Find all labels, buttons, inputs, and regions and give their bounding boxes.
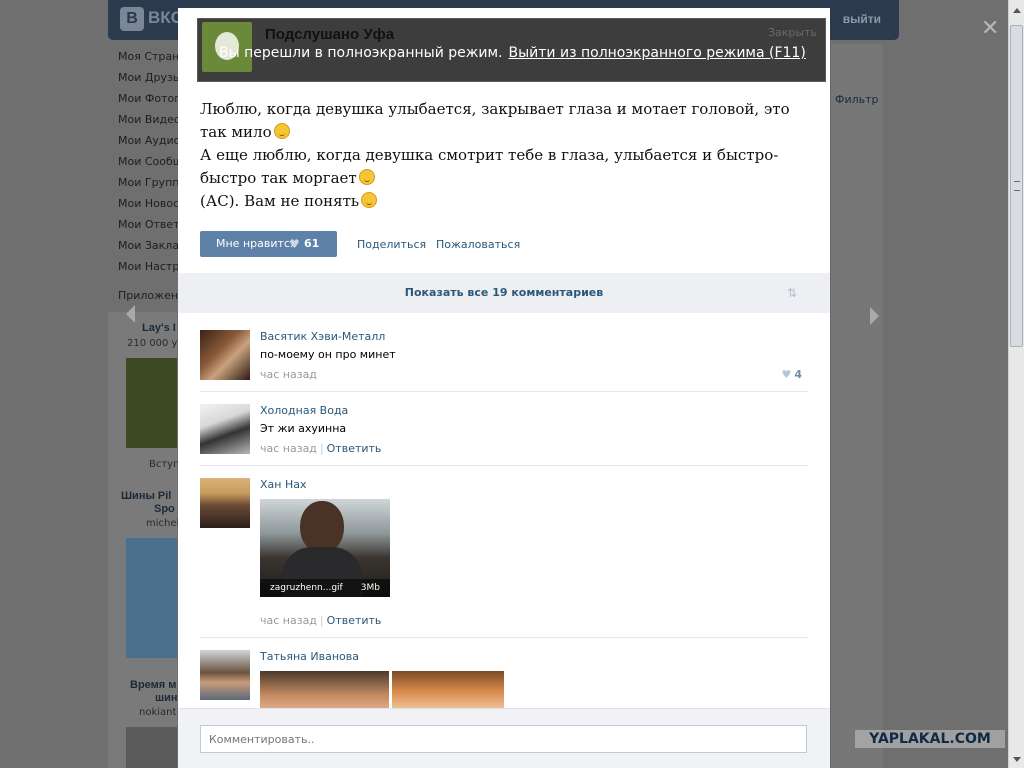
like-count: 61	[304, 237, 320, 250]
ad-subtitle: nokiant	[139, 707, 177, 718]
comment-input[interactable]	[200, 725, 807, 753]
ad-title-line2: Spo	[154, 503, 175, 515]
reply-link[interactable]: Ответить	[327, 614, 382, 627]
apps-link[interactable]: Приложени	[118, 289, 185, 302]
menu-item[interactable]: Мои Фотогр	[118, 92, 178, 113]
ad-title[interactable]: Время м	[130, 679, 176, 691]
gif-filename: zagruzhenn...gif	[270, 583, 343, 593]
show-all-comments-label: Показать все 19 комментариев	[404, 286, 604, 299]
ad-image[interactable]	[126, 538, 177, 658]
watermark: YAPLAKAL.COM	[855, 730, 1005, 748]
blink-emoji-icon	[358, 169, 375, 185]
gif-preview-face	[300, 501, 344, 553]
vk-logo-icon: B	[120, 7, 144, 31]
comment-author[interactable]: Васятик Хэви-Металл	[260, 330, 385, 343]
comment-time[interactable]: час назад	[260, 368, 317, 381]
gif-caption: zagruzhenn...gif 3Mb	[260, 579, 390, 597]
menu-item[interactable]: Моя Страни	[118, 50, 178, 71]
menu-item[interactable]: Мои Сообщ	[118, 155, 178, 176]
logout-link[interactable]: выйти	[843, 12, 881, 26]
post-text: Люблю, когда девушка улыбается, закрывае…	[200, 98, 810, 213]
menu-item[interactable]: Мои Заклад	[118, 239, 178, 260]
scroll-up-icon[interactable]	[1013, 8, 1021, 13]
comment-author[interactable]: Хан Нах	[260, 478, 307, 491]
meta-separator: |	[319, 442, 324, 455]
avatar[interactable]	[200, 650, 250, 700]
ad-title[interactable]: Lay's I	[142, 322, 176, 334]
close-link[interactable]: Закрыть	[768, 26, 817, 39]
group-name[interactable]: Подслушано Уфа	[265, 26, 394, 43]
gif-attachment[interactable]: zagruzhenn...gif 3Mb	[260, 499, 390, 597]
next-post-arrow-icon[interactable]	[870, 307, 879, 325]
heart-icon: ♥	[289, 237, 300, 251]
sort-order-icon[interactable]: ⇅	[787, 286, 797, 300]
close-viewer-icon[interactable]: ✕	[981, 18, 999, 40]
heart-icon: ♥	[781, 368, 792, 381]
comment-divider	[200, 465, 808, 466]
comment-divider	[200, 391, 808, 392]
meta-separator: |	[319, 614, 324, 627]
comment-author[interactable]: Холодная Вода	[260, 404, 348, 417]
right-column	[830, 44, 883, 768]
avatar[interactable]	[200, 404, 250, 454]
comment-time[interactable]: час назад	[260, 442, 317, 455]
prev-post-arrow-icon[interactable]	[126, 305, 135, 323]
menu-item[interactable]: Мои Видео	[118, 113, 178, 134]
ad-title-line2: шин	[155, 692, 178, 704]
menu-item[interactable]: Мои Группы	[118, 176, 178, 197]
comment-text: Эт жи ахуинна	[260, 422, 347, 435]
fullscreen-notification: Подслушано Уфа Закрыть Вы перешли в полн…	[197, 18, 826, 82]
photo-attachment[interactable]	[392, 671, 504, 711]
post-line: (АС). Вам не понять	[200, 192, 360, 210]
menu-item[interactable]: Мои Настро	[118, 260, 178, 281]
comment-form	[178, 708, 830, 768]
gif-filesize: 3Mb	[360, 583, 380, 593]
like-button[interactable]: Мне нравится ♥ 61	[200, 231, 337, 257]
comment: Татьяна Иванова	[200, 650, 808, 711]
comment-author[interactable]: Татьяна Иванова	[260, 650, 359, 663]
menu-item[interactable]: Мои Аудио	[118, 134, 178, 155]
menu-item[interactable]: Мои Ответы	[118, 218, 178, 239]
post-line: А еще люблю, когда девушка смотрит тебе …	[200, 146, 779, 187]
comment-meta: час назад | Ответить	[260, 614, 381, 627]
avatar[interactable]	[200, 330, 250, 380]
report-link[interactable]: Пожаловаться	[436, 238, 520, 251]
comment: Холодная Вода Эт жи ахуинна час назад | От…	[200, 404, 808, 459]
smile-emoji-icon	[273, 123, 290, 139]
exit-fullscreen-link[interactable]: Выйти из полноэкранного режима (F11)	[509, 45, 806, 61]
fullscreen-message: Вы перешли в полноэкранный режим. Выйти и…	[219, 45, 806, 61]
show-all-comments-bar[interactable]: Показать все 19 комментариев ⇅	[178, 273, 830, 313]
comment-like-count: 4	[794, 368, 802, 381]
left-menu: Моя Страни Мои Друзья Мои Фотогр Мои Вид…	[118, 50, 178, 281]
ad-image[interactable]	[126, 358, 177, 448]
like-label: Мне нравится	[216, 237, 297, 250]
ad-image[interactable]	[126, 727, 177, 768]
reply-link[interactable]: Ответить	[327, 442, 382, 455]
share-link[interactable]: Поделиться	[357, 238, 426, 251]
post-modal: Люблю, когда девушка улыбается, закрывае…	[178, 8, 830, 768]
scroll-grip-icon	[1014, 181, 1020, 191]
comment-meta: час назад | Ответить	[260, 442, 381, 455]
comment-text: по-моему он про минет	[260, 348, 396, 361]
scroll-thumb[interactable]	[1010, 25, 1023, 347]
ad-title[interactable]: Шины Pil	[121, 490, 171, 502]
menu-item[interactable]: Мои Новост	[118, 197, 178, 218]
scroll-down-icon[interactable]	[1013, 757, 1021, 762]
comment-like[interactable]: ♥ 4	[781, 368, 802, 381]
ad-subtitle: michel	[146, 518, 180, 529]
ad-join[interactable]: Вступ	[149, 459, 180, 470]
smile-emoji-icon	[361, 192, 378, 208]
menu-item[interactable]: Мои Друзья	[118, 71, 178, 92]
page-scrollbar[interactable]	[1008, 0, 1024, 768]
comment: Васятик Хэви-Металл по-моему он про мине…	[200, 330, 808, 385]
filter-link[interactable]: Фильтр	[835, 93, 879, 106]
photo-attachment[interactable]	[260, 671, 389, 711]
comment-divider	[200, 637, 808, 638]
fullscreen-message-text: Вы перешли в полноэкранный режим.	[219, 45, 503, 61]
comment: Хан Нах zagruzhenn...gif 3Mb час назад | О…	[200, 478, 808, 628]
comment-time[interactable]: час назад	[260, 614, 317, 627]
avatar[interactable]	[200, 478, 250, 528]
